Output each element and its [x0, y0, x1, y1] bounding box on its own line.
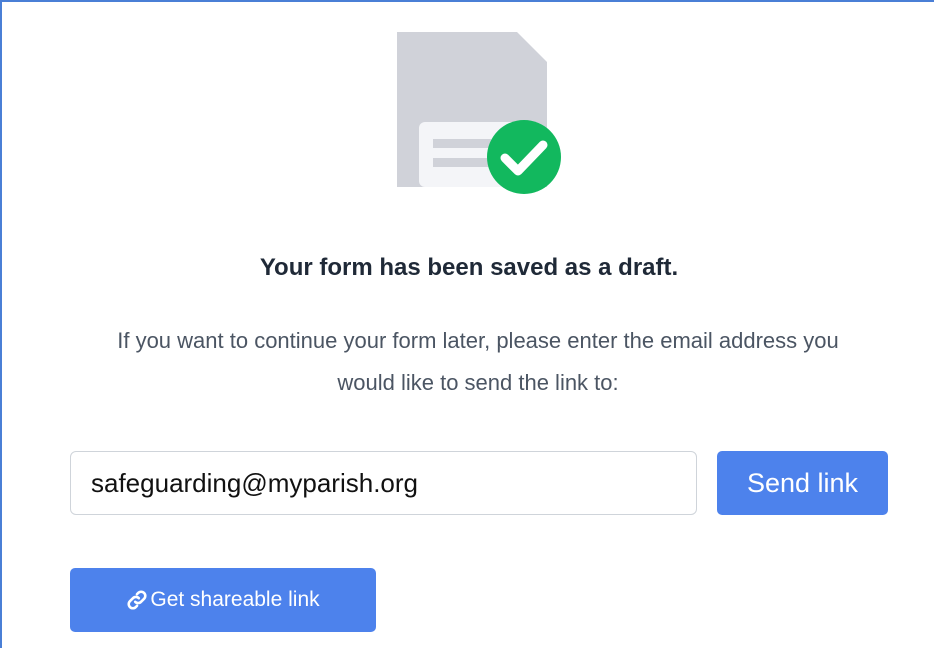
send-link-label: Send link: [746, 467, 859, 498]
link-icon: [126, 589, 148, 611]
saved-draft-illustration: [397, 32, 567, 197]
get-shareable-link-button[interactable]: Get shareable link: [70, 568, 376, 632]
check-badge-icon: [487, 120, 561, 194]
get-shareable-link-label: Get shareable link: [150, 588, 320, 611]
send-link-button[interactable]: Send link: [717, 451, 888, 515]
email-input[interactable]: [70, 451, 697, 515]
confirmation-title: Your form has been saved as a draft.: [259, 254, 679, 281]
draft-saved-panel: Your form has been saved as a draft. If …: [0, 0, 934, 648]
floppy-disk-saved-icon: [397, 32, 561, 194]
confirmation-instructions: If you want to continue your form later,…: [117, 328, 839, 395]
